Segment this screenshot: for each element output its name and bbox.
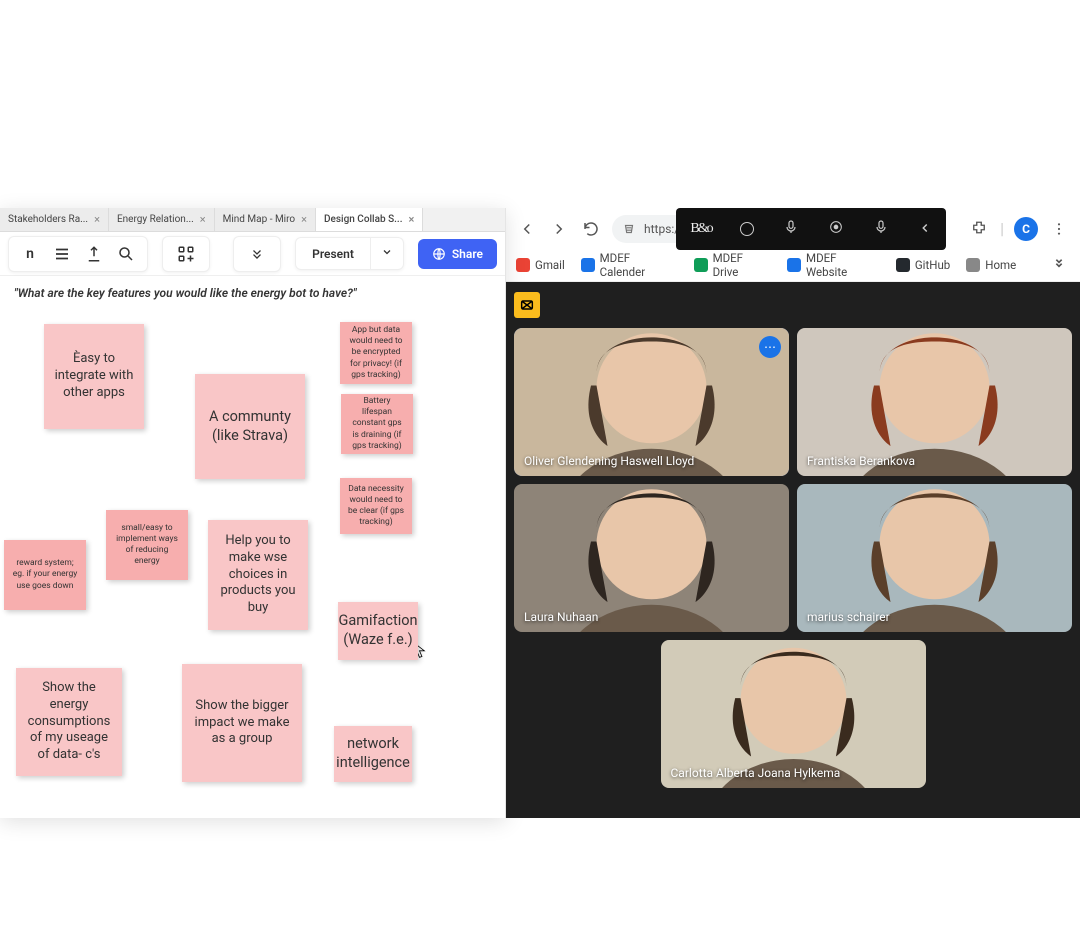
participant-name: Carlotta Alberta Joana Hylkema <box>671 766 841 780</box>
sticky-note[interactable]: A communty (like Strava) <box>195 374 305 479</box>
present-button-group: Present <box>295 237 404 270</box>
hud-record-icon <box>828 219 844 239</box>
sticky-note[interactable]: Show the energy consumptions of my useag… <box>16 668 122 776</box>
share-label: Share <box>452 247 483 261</box>
tab-label: Stakeholders Ra... <box>8 214 88 225</box>
video-tile[interactable]: Carlotta Alberta Joana Hylkema <box>661 640 926 788</box>
browser-chrome: https:/ B&o <box>506 208 1080 282</box>
sticky-note[interactable]: network intelligence <box>334 726 412 782</box>
bookmark-label: Gmail <box>535 258 565 272</box>
bookmark-item[interactable]: MDEF Drive <box>694 251 771 279</box>
divider: | <box>1000 219 1004 238</box>
extensions-icon[interactable] <box>968 218 990 240</box>
bookmark-item[interactable]: MDEF Website <box>787 251 880 279</box>
bookmark-label: MDEF Drive <box>713 251 772 279</box>
favicon <box>581 258 595 272</box>
present-button[interactable]: Present <box>296 239 370 269</box>
participant-name: Oliver Glendening Haswell Lloyd <box>524 454 694 468</box>
bookmark-label: GitHub <box>915 258 950 272</box>
participant-name: Frantiska Berankova <box>807 454 915 468</box>
tile-more-icon[interactable]: ⋯ <box>759 336 781 358</box>
favicon <box>966 258 980 272</box>
hud-logo: B&o <box>690 221 711 237</box>
hud-circle-1-icon <box>740 222 754 236</box>
miro-canvas[interactable]: "What are the key features you would lik… <box>0 276 505 818</box>
whiteboard-window: Stakeholders Ra...×Energy Relation...×Mi… <box>0 208 506 818</box>
video-tile[interactable]: Laura Nuhaan <box>514 484 789 632</box>
bookmarks-overflow-icon[interactable] <box>1048 254 1070 276</box>
browser-tab[interactable]: Design Collab S... × <box>316 208 423 231</box>
hud-mic-icon <box>783 217 799 241</box>
back-icon[interactable] <box>516 218 538 240</box>
url-text: https:/ <box>644 222 679 236</box>
sticky-note[interactable]: Help you to make wse choices in products… <box>208 520 308 630</box>
meet-logo-icon[interactable] <box>514 292 540 318</box>
sticky-note[interactable]: Èasy to integrate with other apps <box>44 324 144 429</box>
browser-window: https:/ B&o <box>506 208 1080 818</box>
browser-tab[interactable]: Mind Map - Miro × <box>215 208 316 231</box>
sticky-note[interactable]: small/easy to implement ways of reducing… <box>106 510 188 580</box>
share-button[interactable]: Share <box>418 239 497 269</box>
board-prompt: "What are the key features you would lik… <box>14 286 357 300</box>
participant-name: Laura Nuhaan <box>524 610 598 624</box>
favicon <box>787 258 801 272</box>
bookmarks-bar: Gmail MDEF Calender MDEF Drive MDEF Website… <box>506 249 1080 281</box>
chevron-double-down-icon[interactable] <box>246 243 268 265</box>
tab-label: Mind Map - Miro <box>223 214 295 225</box>
hamburger-icon[interactable] <box>51 243 73 265</box>
hud-mic-2-icon <box>873 217 889 241</box>
browser-tab[interactable]: Energy Relation... × <box>109 208 215 231</box>
bookmark-item[interactable]: Home <box>966 258 1016 272</box>
bookmark-item[interactable]: GitHub <box>896 258 950 272</box>
tab-label: Energy Relation... <box>117 214 194 225</box>
close-icon[interactable]: × <box>408 213 414 226</box>
favicon <box>896 258 910 272</box>
forward-icon[interactable] <box>548 218 570 240</box>
bookmark-label: Home <box>985 258 1016 272</box>
browser-tab[interactable]: Stakeholders Ra... × <box>0 208 109 231</box>
reload-icon[interactable] <box>580 218 602 240</box>
apps-add-icon[interactable] <box>175 243 197 265</box>
tab-label: Design Collab S... <box>324 214 403 225</box>
participant-name: marius schairer <box>807 610 890 624</box>
sticky-note[interactable]: reward system; eg. if your energy use go… <box>4 540 86 610</box>
media-hud: B&o <box>676 208 946 250</box>
close-icon[interactable]: × <box>301 213 307 226</box>
video-tile[interactable]: Frantiska Berankova <box>797 328 1072 476</box>
sticky-note[interactable]: App but data would need to be encrypted … <box>340 322 412 384</box>
miro-toolbar: n <box>0 232 505 276</box>
sticky-note[interactable]: Show the bigger impact we make as a grou… <box>182 664 302 782</box>
video-tile[interactable]: Oliver Glendening Haswell Lloyd ⋯ <box>514 328 789 476</box>
bookmark-item[interactable]: Gmail <box>516 258 565 272</box>
bookmark-item[interactable]: MDEF Calender <box>581 251 678 279</box>
close-icon[interactable]: × <box>94 213 100 226</box>
profile-avatar[interactable]: C <box>1014 217 1038 241</box>
video-tile[interactable]: marius schairer <box>797 484 1072 632</box>
favicon <box>516 258 530 272</box>
search-icon[interactable] <box>115 243 137 265</box>
kebab-icon[interactable] <box>1048 218 1070 240</box>
browser-tabstrip: Stakeholders Ra...×Energy Relation...×Mi… <box>0 208 505 232</box>
export-icon[interactable] <box>83 243 105 265</box>
close-icon[interactable]: × <box>200 213 206 226</box>
hud-chevron-icon <box>918 220 932 239</box>
bookmark-label: MDEF Calender <box>600 251 678 279</box>
sticky-note[interactable]: Data necessity would need to be clear (i… <box>340 478 412 534</box>
favicon <box>694 258 708 272</box>
meet-area: Oliver Glendening Haswell Lloyd ⋯ Frantis… <box>506 282 1080 818</box>
board-letter[interactable]: n <box>19 243 41 265</box>
present-dropdown[interactable] <box>370 238 403 269</box>
sticky-note[interactable]: Gamifaction (Waze f.e.) <box>338 602 418 660</box>
bookmark-label: MDEF Website <box>806 251 880 279</box>
sticky-note[interactable]: Battery lifespan constant gps is drainin… <box>341 394 413 454</box>
